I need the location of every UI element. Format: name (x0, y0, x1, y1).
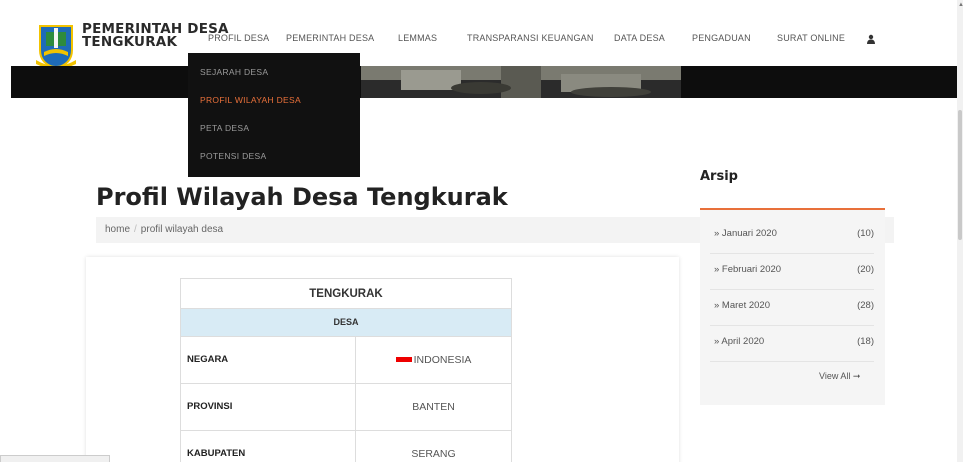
nav-pemerintah-desa[interactable]: PEMERINTAH DESA (286, 33, 374, 43)
arsip-item[interactable]: » April 2020 (18) (710, 326, 874, 362)
row-value: INDONESIA (356, 337, 511, 383)
arsip-link[interactable]: » April 2020 (714, 336, 764, 347)
row-label: PROVINSI (181, 384, 356, 430)
arsip-link[interactable]: » Januari 2020 (714, 228, 777, 239)
arsip-item[interactable]: » Februari 2020 (20) (710, 254, 874, 290)
view-all-link[interactable]: View All ➞ (819, 371, 860, 382)
nav-transparansi-keuangan[interactable]: TRANSPARANSI KEUANGAN (467, 33, 594, 43)
header-bar: PEMERINTAH DESA TENGKURAK PROFIL DESA PE… (0, 0, 963, 70)
arsip-item[interactable]: » Januari 2020 (10) (710, 218, 874, 254)
page-title: Profil Wilayah Desa Tengkurak (96, 183, 508, 211)
profile-table: TENGKURAK DESA NEGARA INDONESIA PROVINSI… (180, 278, 512, 462)
arsip-count: (10) (857, 228, 874, 239)
row-label: NEGARA (181, 337, 356, 383)
arsip-link[interactable]: » Maret 2020 (714, 300, 770, 311)
row-value: BANTEN (412, 401, 455, 413)
status-url-tooltip (0, 455, 110, 462)
arsip-count: (28) (857, 300, 874, 311)
indonesia-flag-icon (395, 356, 412, 362)
nav-profil-desa[interactable]: PROFIL DESA (208, 33, 269, 43)
arsip-count: (18) (857, 336, 874, 347)
breadcrumb-current: profil wilayah desa (140, 224, 224, 235)
user-icon[interactable] (866, 34, 876, 44)
arsip-link[interactable]: » Februari 2020 (714, 264, 781, 275)
table-row: PROVINSI BANTEN (181, 383, 511, 430)
banner-photo (361, 66, 681, 98)
dropdown-item-profil-wilayah-desa[interactable]: PROFIL WILAYAH DESA (200, 95, 301, 105)
table-row: NEGARA INDONESIA (181, 336, 511, 383)
nav-surat-online[interactable]: SURAT ONLINE (777, 33, 845, 43)
arsip-item[interactable]: » Maret 2020 (28) (710, 290, 874, 326)
profil-desa-dropdown: SEJARAH DESA PROFIL WILAYAH DESA PETA DE… (188, 53, 360, 177)
nav-lemmas[interactable]: LEMMAS (398, 33, 437, 43)
header-banner (11, 66, 957, 98)
table-row: KABUPATEN SERANG (181, 430, 511, 462)
breadcrumb-home[interactable]: home (105, 224, 130, 235)
table-header: TENGKURAK (181, 279, 511, 309)
row-value: SERANG (411, 448, 456, 460)
dropdown-item-potensi-desa[interactable]: POTENSI DESA (200, 151, 266, 161)
arsip-count: (20) (857, 264, 874, 275)
dropdown-item-sejarah-desa[interactable]: SEJARAH DESA (200, 67, 268, 77)
nav-data-desa[interactable]: DATA DESA (614, 33, 665, 43)
dropdown-item-peta-desa[interactable]: PETA DESA (200, 123, 249, 133)
breadcrumb-separator: / (134, 224, 137, 235)
regency-logo[interactable] (36, 20, 76, 70)
row-label: KABUPATEN (181, 431, 356, 462)
site-title[interactable]: PEMERINTAH DESA TENGKURAK (82, 22, 229, 50)
row-value-text: INDONESIA (413, 354, 472, 366)
site-title-line2: TENGKURAK (82, 34, 178, 50)
scroll-up-icon[interactable]: ▲ (958, 2, 963, 8)
nav-pengaduan[interactable]: PENGADUAN (692, 33, 751, 43)
table-subheader: DESA (181, 309, 511, 336)
arsip-title: Arsip (700, 169, 738, 184)
scrollbar-thumb[interactable] (958, 110, 962, 240)
